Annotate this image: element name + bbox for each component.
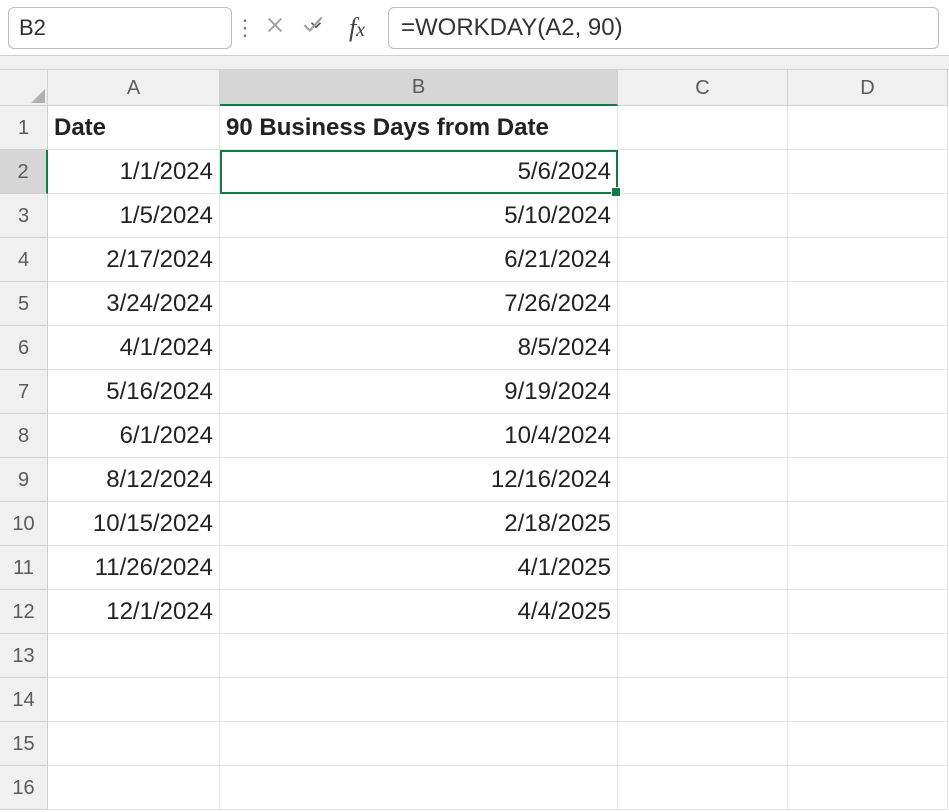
cell-D3[interactable] bbox=[788, 194, 948, 238]
cell-A14[interactable] bbox=[48, 678, 220, 722]
cell-C4[interactable] bbox=[618, 238, 788, 282]
cell-D5[interactable] bbox=[788, 282, 948, 326]
cell-C13[interactable] bbox=[618, 634, 788, 678]
cell-A5[interactable]: 3/24/2024 bbox=[48, 282, 220, 326]
cell-D9[interactable] bbox=[788, 458, 948, 502]
cell-D15[interactable] bbox=[788, 722, 948, 766]
formula-input-container bbox=[388, 7, 939, 49]
cell-D10[interactable] bbox=[788, 502, 948, 546]
cell-A7[interactable]: 5/16/2024 bbox=[48, 370, 220, 414]
row-header-6[interactable]: 6 bbox=[0, 326, 48, 370]
cell-B14[interactable] bbox=[220, 678, 618, 722]
row-header-13[interactable]: 13 bbox=[0, 634, 48, 678]
cell-B1[interactable]: 90 Business Days from Date bbox=[220, 106, 618, 150]
cell-A10[interactable]: 10/15/2024 bbox=[48, 502, 220, 546]
cell-B6[interactable]: 8/5/2024 bbox=[220, 326, 618, 370]
cell-B8[interactable]: 10/4/2024 bbox=[220, 414, 618, 458]
cell-A1[interactable]: Date bbox=[48, 106, 220, 150]
col-header-C[interactable]: C bbox=[618, 70, 788, 106]
row-header-9[interactable]: 9 bbox=[0, 458, 48, 502]
cell-A3[interactable]: 1/5/2024 bbox=[48, 194, 220, 238]
cell-D4[interactable] bbox=[788, 238, 948, 282]
cell-B2[interactable]: 5/6/2024 bbox=[220, 150, 618, 194]
cell-B11[interactable]: 4/1/2025 bbox=[220, 546, 618, 590]
spreadsheet-grid: A B C D 1Date90 Business Days from Date 2… bbox=[0, 70, 949, 810]
cell-A6[interactable]: 4/1/2024 bbox=[48, 326, 220, 370]
row-header-4[interactable]: 4 bbox=[0, 238, 48, 282]
cell-D13[interactable] bbox=[788, 634, 948, 678]
cell-C3[interactable] bbox=[618, 194, 788, 238]
row-header-2[interactable]: 2 bbox=[0, 150, 48, 194]
cell-A4[interactable]: 2/17/2024 bbox=[48, 238, 220, 282]
cell-C12[interactable] bbox=[618, 590, 788, 634]
cell-C11[interactable] bbox=[618, 546, 788, 590]
cell-A16[interactable] bbox=[48, 766, 220, 810]
cell-A15[interactable] bbox=[48, 722, 220, 766]
cell-C5[interactable] bbox=[618, 282, 788, 326]
cell-A2[interactable]: 1/1/2024 bbox=[48, 150, 220, 194]
cell-B5[interactable]: 7/26/2024 bbox=[220, 282, 618, 326]
cell-B7[interactable]: 9/19/2024 bbox=[220, 370, 618, 414]
cell-B13[interactable] bbox=[220, 634, 618, 678]
cell-B9[interactable]: 12/16/2024 bbox=[220, 458, 618, 502]
insert-function-icon[interactable]: fx bbox=[332, 13, 382, 43]
formula-bar: ⋮ fx bbox=[0, 0, 949, 56]
name-box-container bbox=[8, 7, 232, 49]
formula-bar-options-icon[interactable]: ⋮ bbox=[232, 15, 256, 41]
cell-D1[interactable] bbox=[788, 106, 948, 150]
row-header-10[interactable]: 10 bbox=[0, 502, 48, 546]
cell-B16[interactable] bbox=[220, 766, 618, 810]
row-header-12[interactable]: 12 bbox=[0, 590, 48, 634]
cell-C9[interactable] bbox=[618, 458, 788, 502]
cell-B10[interactable]: 2/18/2025 bbox=[220, 502, 618, 546]
row-header-15[interactable]: 15 bbox=[0, 722, 48, 766]
cell-C14[interactable] bbox=[618, 678, 788, 722]
cell-A9[interactable]: 8/12/2024 bbox=[48, 458, 220, 502]
cell-C6[interactable] bbox=[618, 326, 788, 370]
cell-B4[interactable]: 6/21/2024 bbox=[220, 238, 618, 282]
cell-A8[interactable]: 6/1/2024 bbox=[48, 414, 220, 458]
cell-D2[interactable] bbox=[788, 150, 948, 194]
cell-C16[interactable] bbox=[618, 766, 788, 810]
col-header-D[interactable]: D bbox=[788, 70, 948, 106]
cell-D7[interactable] bbox=[788, 370, 948, 414]
row-header-11[interactable]: 11 bbox=[0, 546, 48, 590]
cell-D12[interactable] bbox=[788, 590, 948, 634]
cell-B15[interactable] bbox=[220, 722, 618, 766]
row-header-8[interactable]: 8 bbox=[0, 414, 48, 458]
cell-A12[interactable]: 12/1/2024 bbox=[48, 590, 220, 634]
cell-C2[interactable] bbox=[618, 150, 788, 194]
row-header-7[interactable]: 7 bbox=[0, 370, 48, 414]
row-header-5[interactable]: 5 bbox=[0, 282, 48, 326]
enter-formula-icon bbox=[294, 11, 332, 44]
row-header-1[interactable]: 1 bbox=[0, 106, 48, 150]
cell-C15[interactable] bbox=[618, 722, 788, 766]
col-header-B[interactable]: B bbox=[220, 70, 618, 106]
cell-B12[interactable]: 4/4/2025 bbox=[220, 590, 618, 634]
cell-D6[interactable] bbox=[788, 326, 948, 370]
cell-C7[interactable] bbox=[618, 370, 788, 414]
cell-C1[interactable] bbox=[618, 106, 788, 150]
cell-D14[interactable] bbox=[788, 678, 948, 722]
cell-A11[interactable]: 11/26/2024 bbox=[48, 546, 220, 590]
cell-C8[interactable] bbox=[618, 414, 788, 458]
row-header-14[interactable]: 14 bbox=[0, 678, 48, 722]
cell-A13[interactable] bbox=[48, 634, 220, 678]
col-header-A[interactable]: A bbox=[48, 70, 220, 106]
cell-D8[interactable] bbox=[788, 414, 948, 458]
cell-B3[interactable]: 5/10/2024 bbox=[220, 194, 618, 238]
grid-top-gap bbox=[0, 56, 949, 70]
cell-D16[interactable] bbox=[788, 766, 948, 810]
formula-input[interactable] bbox=[401, 14, 938, 42]
cancel-formula-icon bbox=[256, 14, 294, 42]
select-all-corner[interactable] bbox=[0, 70, 48, 106]
cell-D11[interactable] bbox=[788, 546, 948, 590]
cell-C10[interactable] bbox=[618, 502, 788, 546]
row-header-3[interactable]: 3 bbox=[0, 194, 48, 238]
row-header-16[interactable]: 16 bbox=[0, 766, 48, 810]
